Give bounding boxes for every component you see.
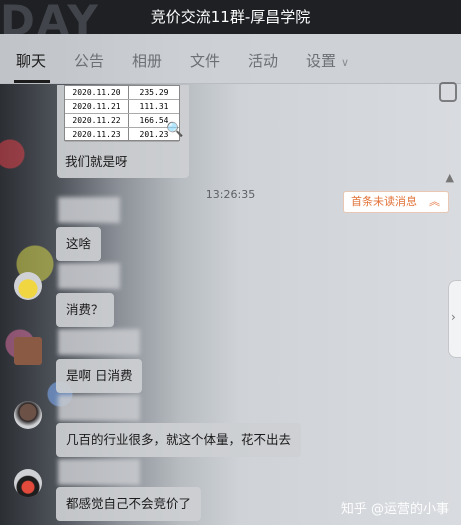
image-message[interactable]: 2020.11.20 235.29 2020.11.21 111.31 2020.1…	[57, 85, 189, 178]
avatar[interactable]	[14, 272, 42, 300]
scroll-up-arrow-icon[interactable]: ▲	[446, 171, 454, 184]
tab-files[interactable]: 文件	[190, 50, 220, 71]
message-bubble[interactable]: 都感觉自己不会竞价了	[56, 487, 202, 521]
message-text: 消费？	[66, 302, 104, 317]
table-cell-value: 235.29	[139, 88, 169, 97]
table-cell-date: 2020.11.22	[65, 114, 129, 127]
tab-activities[interactable]: 活动	[248, 50, 278, 71]
blurred-sender-name	[58, 263, 120, 289]
table-cell-value: 111.31	[139, 102, 169, 111]
message-bubble[interactable]: 几百的行业很多，就这个体量，花不出去	[56, 423, 302, 457]
chevron-right-icon: ›	[451, 310, 456, 324]
table-cell-date: 2020.11.21	[65, 100, 129, 113]
blurred-sender-name	[58, 329, 140, 355]
table-row: 2020.11.22 166.54	[65, 114, 179, 128]
message-text: 都感觉自己不会竞价了	[66, 496, 192, 511]
window-title: 竞价交流11群-厚昌学院	[150, 8, 311, 26]
tab-chat[interactable]: 聊天	[16, 50, 46, 71]
chevron-down-icon: ∨	[341, 56, 350, 69]
tab-settings-label: 设置	[306, 52, 337, 70]
zoom-icon[interactable]: 🔍	[166, 122, 183, 138]
blurred-sender-name	[58, 459, 140, 485]
chat-area[interactable]: 2020.11.20 235.29 2020.11.21 111.31 2020.1…	[0, 85, 461, 525]
avatar[interactable]	[14, 337, 42, 365]
message-bubble[interactable]: 是啊 日消费	[56, 359, 143, 393]
double-up-chevron-icon: ︽	[429, 195, 440, 208]
message-bubble[interactable]: 消费？	[56, 293, 114, 327]
title-bar: DAY 竞价交流11群-厚昌学院	[0, 0, 461, 42]
table-row: 2020.11.21 111.31	[65, 100, 179, 114]
tab-album[interactable]: 相册	[132, 50, 162, 71]
watermark: 知乎 @运营的小事	[340, 502, 449, 517]
message-text: 几百的行业很多，就这个体量，花不出去	[66, 432, 292, 447]
active-tab-indicator	[14, 80, 50, 83]
table-image[interactable]: 2020.11.20 235.29 2020.11.21 111.31 2020.1…	[64, 85, 183, 142]
avatar[interactable]	[14, 401, 42, 429]
table-cell-date: 2020.11.23	[65, 128, 129, 141]
blurred-sender-name	[58, 197, 120, 223]
first-unread-label: 首条未读消息	[351, 195, 417, 208]
first-unread-button[interactable]: 首条未读消息 ︽	[343, 191, 449, 213]
avatar[interactable]	[14, 469, 42, 497]
table-cell-date: 2020.11.20	[65, 86, 129, 99]
message-text: 我们就是呀	[65, 154, 128, 169]
message-bubble[interactable]: 这啥	[56, 227, 102, 261]
tab-bar: 聊天 公告 相册 文件 活动 设置 ∨	[0, 34, 461, 102]
blurred-sender-name	[58, 395, 140, 421]
table-row: 2020.11.20 235.29	[65, 86, 179, 100]
side-panel-toggle[interactable]: ›	[448, 280, 461, 358]
table-row: 2020.11.23 201.23	[65, 128, 179, 142]
message-text: 这啥	[66, 236, 92, 251]
tab-settings[interactable]: 设置 ∨	[306, 50, 349, 71]
tab-announcement[interactable]: 公告	[74, 50, 104, 71]
message-text: 是啊 日消费	[66, 368, 133, 383]
